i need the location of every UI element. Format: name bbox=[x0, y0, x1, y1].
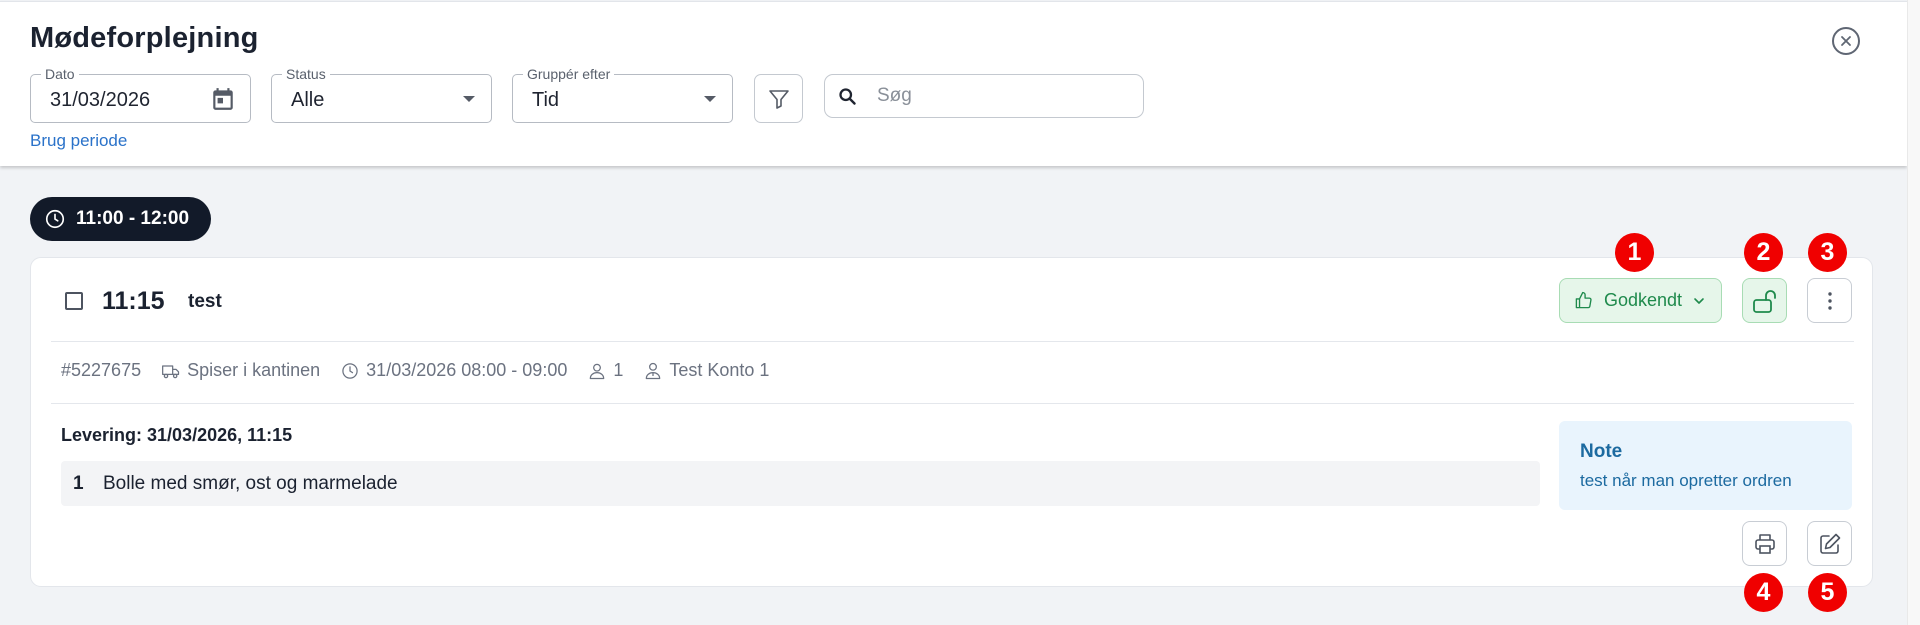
group-by-select-value: Tid bbox=[532, 89, 560, 111]
annotation-marker-2: 2 bbox=[1744, 233, 1783, 272]
use-period-link[interactable]: Brug periode bbox=[30, 131, 127, 151]
printer-icon bbox=[1754, 533, 1775, 554]
divider bbox=[51, 403, 1854, 404]
calendar-icon[interactable] bbox=[210, 86, 236, 112]
order-location-text: Spiser i kantinen bbox=[187, 360, 321, 380]
clock-icon bbox=[45, 209, 65, 229]
print-button[interactable] bbox=[1742, 521, 1787, 566]
clock-icon bbox=[342, 362, 358, 379]
order-checkbox[interactable] bbox=[65, 292, 83, 310]
unlock-button[interactable] bbox=[1742, 278, 1787, 323]
order-id-text: #5227675 bbox=[61, 360, 142, 380]
more-vertical-icon bbox=[1827, 291, 1832, 310]
order-location: Spiser i kantinen bbox=[161, 360, 320, 381]
page-header: Mødeforplejning Dato 31/03/2026 Status A… bbox=[0, 1, 1907, 166]
order-name: test bbox=[188, 291, 222, 312]
approval-status-dropdown[interactable]: Godkendt bbox=[1559, 278, 1722, 323]
date-field-label: Dato bbox=[41, 66, 79, 82]
order-time: 11:15 bbox=[102, 287, 165, 315]
dropdown-caret-icon bbox=[463, 96, 475, 102]
order-note: Note test når man opretter ordren bbox=[1559, 421, 1852, 510]
status-select[interactable]: Status Alle bbox=[271, 66, 492, 123]
order-item-row: 1 Bolle med smør, ost og marmelade bbox=[61, 461, 1540, 506]
item-quantity: 1 bbox=[73, 472, 84, 494]
order-account-text: Test Konto 1 bbox=[669, 360, 770, 380]
item-name: Bolle med smør, ost og marmelade bbox=[103, 472, 398, 494]
filter-icon bbox=[768, 89, 789, 109]
chevron-down-icon bbox=[1694, 297, 1704, 304]
truck-icon bbox=[162, 364, 180, 378]
time-group-label: 11:00 - 12:00 bbox=[76, 208, 190, 229]
annotation-marker-5: 5 bbox=[1808, 573, 1847, 612]
filter-button[interactable] bbox=[754, 74, 803, 123]
account-icon bbox=[646, 362, 661, 379]
order-meta-row: #5227675 Spiser i kantinen 31/03/2026 08… bbox=[61, 360, 789, 381]
note-title: Note bbox=[1580, 441, 1623, 462]
order-id: #5227675 bbox=[61, 360, 141, 381]
page-title: Mødeforplejning bbox=[30, 22, 259, 54]
unlock-icon bbox=[1752, 289, 1776, 313]
close-button[interactable] bbox=[1832, 27, 1860, 55]
search-box[interactable] bbox=[824, 74, 1144, 118]
edit-button[interactable] bbox=[1807, 521, 1852, 566]
group-by-select[interactable]: Gruppér efter Tid bbox=[512, 66, 733, 123]
search-icon bbox=[839, 88, 856, 105]
order-persons: 1 bbox=[587, 360, 623, 381]
order-card: 11:15 test Godkendt #5227675 Spiser i ka… bbox=[30, 257, 1873, 587]
order-datetime: 31/03/2026 08:00 - 09:00 bbox=[340, 360, 567, 381]
group-by-select-label: Gruppér efter bbox=[523, 66, 615, 82]
order-account: Test Konto 1 bbox=[643, 360, 769, 381]
annotation-marker-3: 3 bbox=[1808, 233, 1847, 272]
status-select-label: Status bbox=[282, 66, 330, 82]
page-scrollbar[interactable] bbox=[1907, 0, 1920, 625]
divider bbox=[51, 341, 1854, 342]
approval-status-label: Godkendt bbox=[1604, 290, 1683, 310]
annotation-marker-1: 1 bbox=[1615, 233, 1654, 272]
delivery-heading: Levering: 31/03/2026, 11:15 bbox=[61, 425, 293, 445]
dropdown-caret-icon bbox=[704, 96, 716, 102]
main-content: Mødeforplejning Dato 31/03/2026 Status A… bbox=[0, 0, 1907, 625]
note-text: test når man opretter ordren bbox=[1580, 471, 1792, 490]
thumbs-up-icon bbox=[1575, 291, 1592, 309]
more-options-button[interactable] bbox=[1807, 278, 1852, 323]
order-persons-text: 1 bbox=[613, 360, 624, 380]
date-field[interactable]: Dato 31/03/2026 bbox=[30, 66, 251, 123]
order-datetime-text: 31/03/2026 08:00 - 09:00 bbox=[366, 360, 568, 380]
edit-icon bbox=[1819, 533, 1840, 554]
status-select-value: Alle bbox=[291, 89, 325, 111]
date-field-value[interactable]: 31/03/2026 bbox=[50, 89, 150, 112]
annotation-marker-4: 4 bbox=[1744, 573, 1783, 612]
time-group-pill: 11:00 - 12:00 bbox=[30, 197, 211, 241]
person-icon bbox=[590, 363, 605, 379]
search-input[interactable] bbox=[877, 83, 1127, 109]
close-icon bbox=[1841, 36, 1851, 46]
